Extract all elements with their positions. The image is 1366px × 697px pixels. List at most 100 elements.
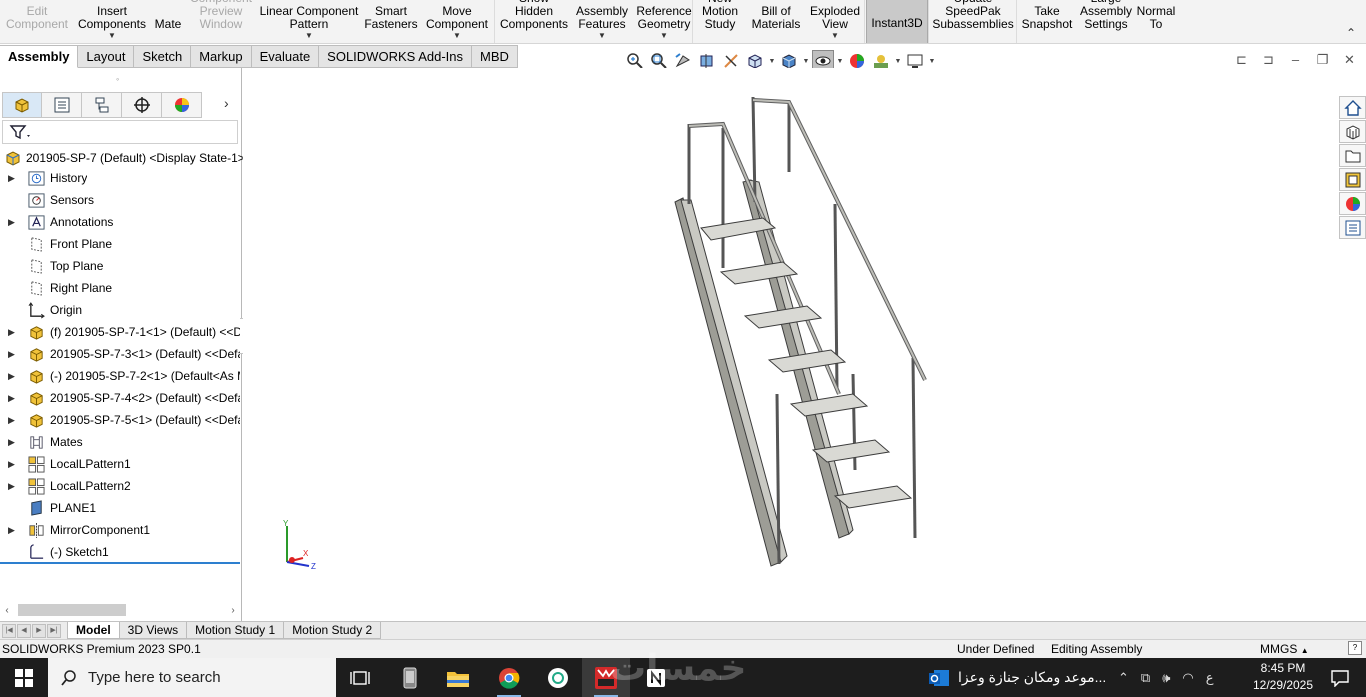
- ribbon-dropdown-icon[interactable]: ▼: [598, 31, 606, 41]
- minimize-icon[interactable]: –: [1289, 52, 1302, 68]
- tree-root-assembly[interactable]: 201905-SP-7 (Default) <Display State-1>: [4, 148, 245, 168]
- scroll-left-icon[interactable]: ‹: [0, 605, 14, 616]
- tree-item[interactable]: ▶ Annotations: [0, 211, 242, 233]
- tree-item[interactable]: ▶ (f) 201905-SP-7-1<1> (Default) <<D: [0, 321, 242, 343]
- taskpane-design-library-tab[interactable]: [1339, 120, 1366, 143]
- scroll-thumb[interactable]: [18, 604, 126, 616]
- expand-arrow-icon[interactable]: ▶: [8, 525, 16, 536]
- collapse-ribbon-icon[interactable]: ⌃: [1346, 26, 1356, 40]
- tree-item[interactable]: ▶ 201905-SP-7-4<2> (Default) <<Defa: [0, 387, 242, 409]
- dimxpertmanager-tab[interactable]: [122, 92, 162, 118]
- task-view-button[interactable]: [336, 658, 384, 697]
- ribbon-button-exploded-view[interactable]: Exploded View ▼: [804, 0, 866, 43]
- ribbon-button-mate[interactable]: Mate: [148, 0, 188, 43]
- scroll-right-icon[interactable]: ›: [226, 605, 240, 616]
- ribbon-button-normal-to[interactable]: Normal To: [1136, 0, 1176, 43]
- view-orientation-dropdown-icon[interactable]: ▼: [768, 58, 776, 65]
- configurationmanager-tab[interactable]: [82, 92, 122, 118]
- tile-left-icon[interactable]: ⊏: [1235, 52, 1248, 68]
- expand-arrow-icon[interactable]: ▶: [8, 217, 16, 228]
- taskpane-resources-tab[interactable]: [1339, 96, 1366, 119]
- ribbon-button-instant3d[interactable]: Instant3D: [866, 0, 928, 43]
- ribbon-button-take-snapshot[interactable]: Take Snapshot: [1018, 0, 1076, 43]
- manager-tabs-more-icon[interactable]: ›: [224, 95, 229, 111]
- staircase-model[interactable]: [663, 94, 943, 574]
- expand-arrow-icon[interactable]: ▶: [8, 437, 16, 448]
- tree-item[interactable]: ▶ 201905-SP-7-5<1> (Default) <<Defa: [0, 409, 242, 431]
- taskbar-chrome[interactable]: [485, 658, 533, 697]
- tree-item[interactable]: ▶ (-) 201905-SP-7-2<1> (Default<As M: [0, 365, 242, 387]
- ribbon-dropdown-icon[interactable]: ▼: [660, 31, 668, 41]
- taskbar-file-explorer[interactable]: [434, 658, 482, 697]
- input-language[interactable]: ع: [1206, 670, 1214, 686]
- scroll-track[interactable]: [14, 604, 226, 616]
- apply-scene-dropdown-icon[interactable]: ▼: [894, 58, 902, 65]
- model-tab-motion-study-1[interactable]: Motion Study 1: [186, 622, 285, 639]
- model-tab-model[interactable]: Model: [67, 622, 120, 639]
- tree-item[interactable]: Sensors: [0, 189, 242, 211]
- featuremanager-tab[interactable]: [2, 92, 42, 118]
- first-tab-icon[interactable]: |◀: [2, 623, 16, 638]
- ribbon-button-move-component[interactable]: Move Component ▼: [420, 0, 494, 43]
- tree-item[interactable]: ▶ 201905-SP-7-3<1> (Default) <<Defa: [0, 343, 242, 365]
- tree-item[interactable]: Front Plane: [0, 233, 242, 255]
- next-tab-icon[interactable]: ▶: [32, 623, 46, 638]
- displaymanager-tab[interactable]: [162, 92, 202, 118]
- ribbon-button-assembly-features[interactable]: Assembly Features ▼: [572, 0, 632, 43]
- tab-mbd[interactable]: MBD: [472, 45, 518, 68]
- expand-arrow-icon[interactable]: ▶: [8, 371, 16, 382]
- show-hidden-icons-icon[interactable]: ⌃: [1118, 670, 1129, 686]
- taskbar-search-box[interactable]: Type here to search: [48, 658, 336, 697]
- ribbon-dropdown-icon[interactable]: ▼: [305, 31, 313, 41]
- prev-tab-icon[interactable]: ◀: [17, 623, 31, 638]
- last-tab-icon[interactable]: ▶|: [47, 623, 61, 638]
- ribbon-dropdown-icon[interactable]: ▼: [108, 31, 116, 41]
- filter-icon[interactable]: [9, 123, 33, 141]
- expand-arrow-icon[interactable]: ▶: [8, 173, 16, 184]
- close-icon[interactable]: ✕: [1343, 52, 1356, 68]
- model-tab-motion-study-2[interactable]: Motion Study 2: [283, 622, 382, 639]
- tree-filter-bar[interactable]: [2, 120, 238, 144]
- tree-item[interactable]: PLANE1: [0, 497, 242, 519]
- expand-arrow-icon[interactable]: ▶: [8, 459, 16, 470]
- notification-center-button[interactable]: [1320, 658, 1360, 697]
- expand-arrow-icon[interactable]: ▶: [8, 481, 16, 492]
- ribbon-button-smart-fasteners[interactable]: Smart Fasteners: [362, 0, 420, 43]
- taskpane-custom-properties-tab[interactable]: [1339, 216, 1366, 239]
- ribbon-dropdown-icon[interactable]: ▼: [453, 31, 461, 41]
- status-help-icon[interactable]: ?: [1348, 641, 1362, 655]
- tree-item[interactable]: Origin: [0, 299, 242, 321]
- start-button[interactable]: [0, 658, 48, 697]
- tab-assembly[interactable]: Assembly: [0, 45, 79, 68]
- ribbon-button-linear-component-pattern[interactable]: Linear Component Pattern ▼: [256, 0, 362, 43]
- reference-triad[interactable]: Y X Z: [279, 520, 329, 572]
- meet-now-icon[interactable]: ⧉: [1141, 670, 1150, 686]
- expand-arrow-icon[interactable]: ▶: [8, 349, 16, 360]
- taskbar-clock[interactable]: 8:45 PM 12/29/2025: [1250, 660, 1316, 694]
- tile-right-icon[interactable]: ⊐: [1262, 52, 1275, 68]
- view-settings-dropdown-icon[interactable]: ▼: [928, 58, 936, 65]
- tree-horizontal-scrollbar[interactable]: ‹ ›: [0, 602, 240, 618]
- ribbon-button-insert-components[interactable]: Insert Components ▼: [72, 0, 152, 43]
- status-units[interactable]: MMGS ▲: [1260, 640, 1309, 660]
- ribbon-button-show-hidden-components[interactable]: Show Hidden Components: [496, 0, 572, 43]
- ribbon-button-edit-component[interactable]: Edit Component: [0, 0, 74, 43]
- wifi-icon[interactable]: ◠: [1182, 670, 1193, 686]
- tab-solidworks-add-ins[interactable]: SOLIDWORKS Add-Ins: [319, 45, 472, 68]
- tree-item[interactable]: ▶ MirrorComponent1: [0, 519, 242, 541]
- ribbon-button-large-assembly-settings[interactable]: Large Assembly Settings: [1076, 0, 1136, 43]
- tree-rollback-bar[interactable]: [0, 562, 240, 564]
- ribbon-button-component-preview-window[interactable]: Component Preview Window: [188, 0, 254, 43]
- expand-arrow-icon[interactable]: ▶: [8, 415, 16, 426]
- tree-item[interactable]: ▶ LocalLPattern2: [0, 475, 242, 497]
- graphics-area[interactable]: Y X Z: [243, 68, 1338, 621]
- ribbon-button-bill-of-materials[interactable]: Bill of Materials: [746, 0, 806, 43]
- taskbar-news-widget[interactable]: موعد ومكان جنازة وعزا...: [928, 658, 1106, 697]
- ribbon-button-reference-geometry[interactable]: Reference Geometry ▼: [632, 0, 696, 43]
- expand-arrow-icon[interactable]: ▶: [8, 327, 16, 338]
- tree-item[interactable]: Top Plane: [0, 255, 242, 277]
- hide-show-dropdown-icon[interactable]: ▼: [836, 58, 844, 65]
- ribbon-button-update-speedpak-subassemblies[interactable]: Update SpeedPak Subassemblies: [930, 0, 1016, 43]
- restore-icon[interactable]: ❐: [1316, 52, 1329, 68]
- tree-item[interactable]: ▶ LocalLPattern1: [0, 453, 242, 475]
